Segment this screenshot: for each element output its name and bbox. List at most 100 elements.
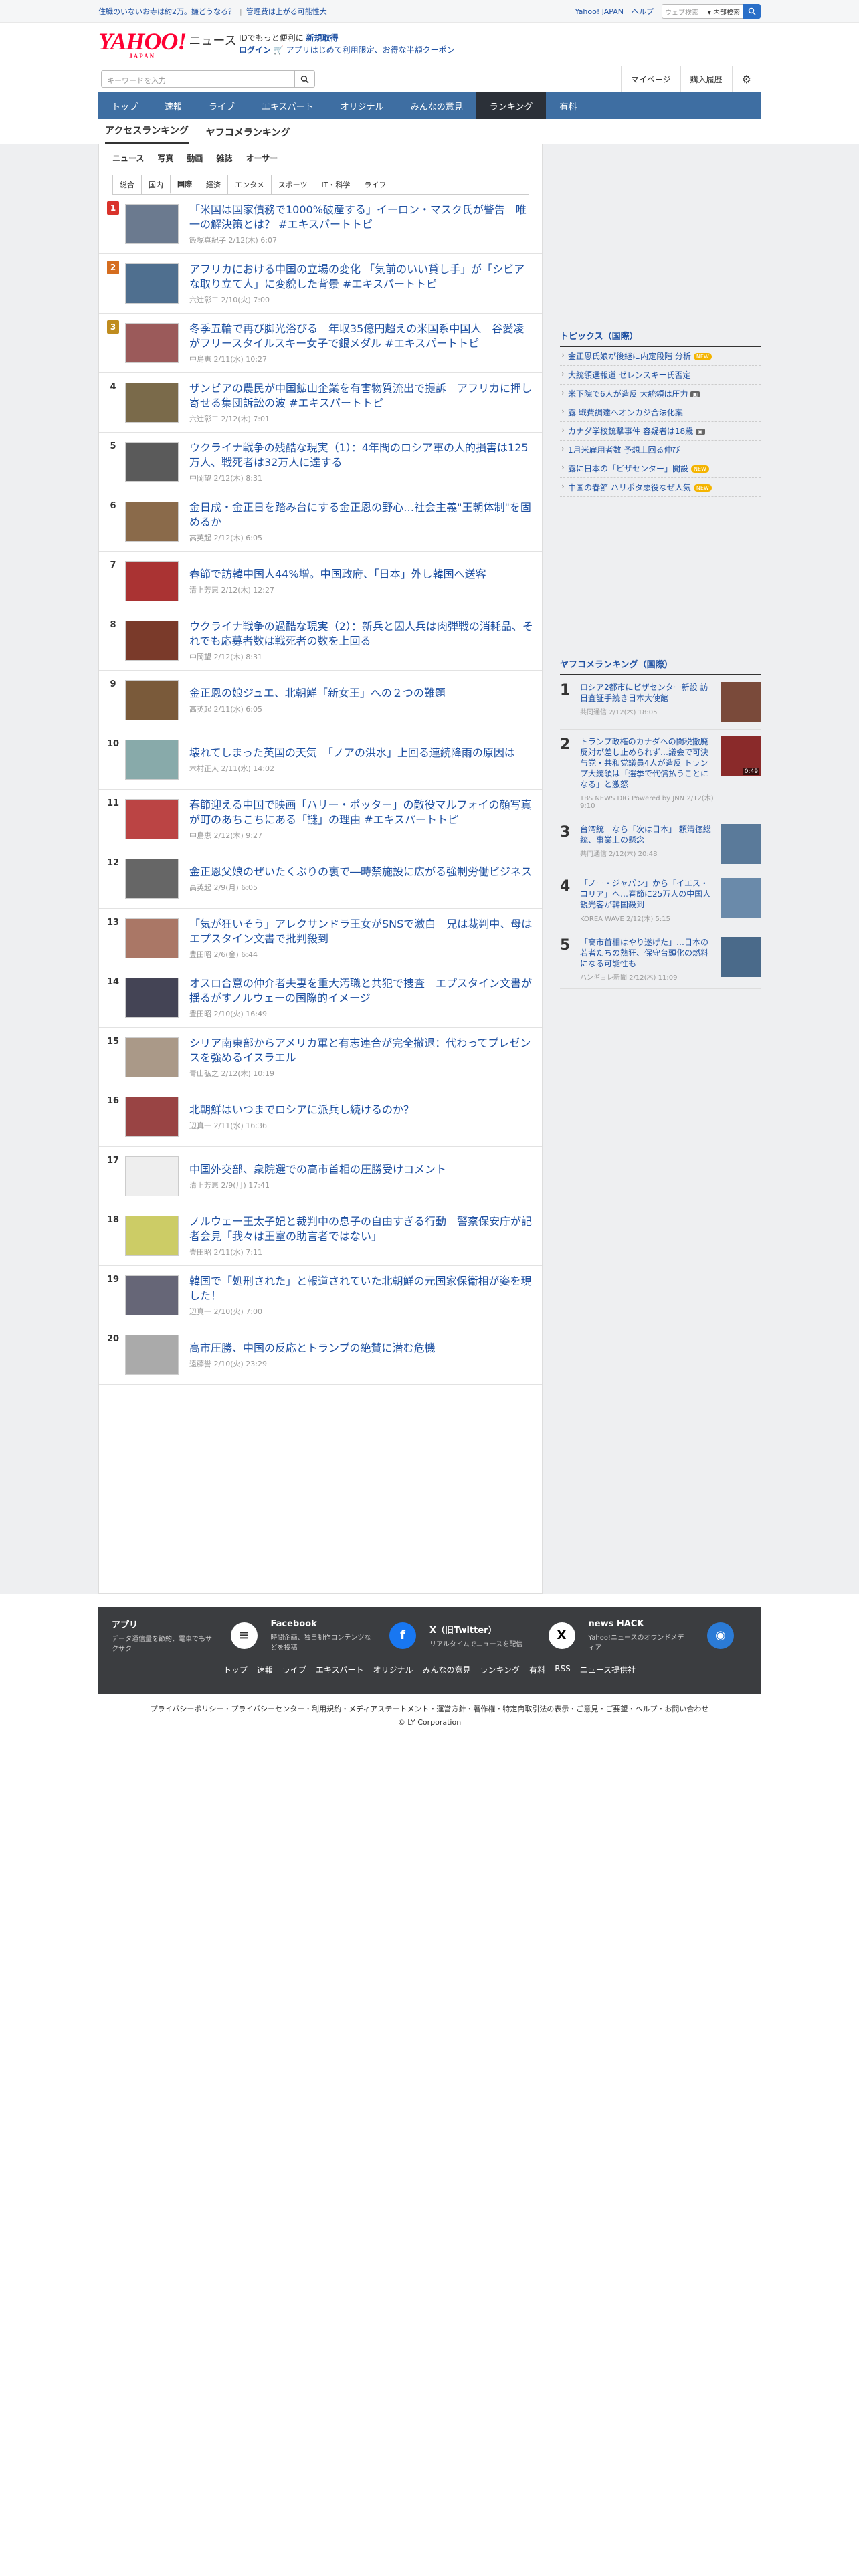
coupon-link[interactable]: アプリはじめて利用限定、お得な半額クーポン: [286, 45, 455, 55]
article-item[interactable]: 6 金日成・金正日を踏み台にする金正恩の野心…社会主義"王朝体制"を固めるか 高英起…: [99, 492, 542, 552]
genre-photo[interactable]: 写真: [157, 152, 173, 164]
article-title[interactable]: シリア南東部からアメリカ軍と有志連合が完全撤退：代わってプレゼンスを強めるイスラ…: [189, 1036, 534, 1065]
article-title[interactable]: 春節迎える中国で映画「ハリー・ポッター」の敵役マルフォイの顔写真が町のあちこちに…: [189, 798, 534, 827]
promo-links[interactable]: 住職のいないお寺は約2万。嫌どうなる？ | 管理費は上がる可能性大: [98, 6, 575, 17]
footer-app-link[interactable]: X（旧Twitter） リアルタイムでニュースを配信 X: [430, 1618, 589, 1653]
signup-link[interactable]: 新規取得: [306, 33, 339, 43]
nav-live[interactable]: ライブ: [195, 92, 248, 119]
topic-item[interactable]: 金正恩氏娘が後継に内定段階 分析NEW: [560, 347, 761, 366]
topic-text[interactable]: 露 戦費調達へオンカジ合法化案: [568, 408, 683, 417]
article-title[interactable]: 金日成・金正日を踏み台にする金正恩の野心…社会主義"王朝体制"を固めるか: [189, 500, 534, 530]
article-thumbnail[interactable]: [125, 263, 179, 304]
nav-top[interactable]: トップ: [98, 92, 151, 119]
article-thumbnail[interactable]: [125, 1275, 179, 1315]
article-thumbnail[interactable]: [125, 442, 179, 482]
article-item[interactable]: 4 ザンビアの農民が中国鉱山企業を有害物質流出で提訴 アフリカに押し寄せる集団訴訟…: [99, 373, 542, 433]
login-link[interactable]: ログイン: [239, 45, 271, 55]
footer-link[interactable]: 有料: [529, 1664, 545, 1675]
footer-link[interactable]: RSS: [555, 1664, 571, 1675]
article-thumbnail[interactable]: [125, 740, 179, 780]
category-tab[interactable]: 国内: [141, 175, 171, 194]
yahoo-news-logo[interactable]: YAHOO! JAPAN ニュース: [98, 29, 239, 60]
article-thumbnail[interactable]: [125, 502, 179, 542]
topic-item[interactable]: カナダ学校銃撃事件 容疑者は18歳▣: [560, 422, 761, 441]
article-title[interactable]: 高市圧勝、中国の反応とトランプの絶賛に潜む危機: [189, 1341, 534, 1356]
comment-ranking-thumbnail[interactable]: [721, 937, 761, 977]
article-title[interactable]: 金正恩の娘ジュエ、北朝鮮「新女王」への２つの難題: [189, 686, 534, 701]
category-tab[interactable]: IT・科学: [314, 175, 358, 194]
genre-news[interactable]: ニュース: [112, 152, 144, 164]
topic-text[interactable]: 米下院で6人が造反 大統領は圧力: [568, 389, 688, 399]
comment-ranking-item[interactable]: 3 台湾統一なら「次は日本」 頼清徳総統、事業上の懸念 共同通信 2/12(木) 2…: [560, 817, 761, 871]
comment-ranking-item[interactable]: 1 ロシア2都市にビザセンター新設 訪日査証手続き日本大使館 共同通信 2/12(木…: [560, 675, 761, 730]
article-title[interactable]: 春節で訪韓中国人44%増。中国政府、「日本」外し韓国へ送客: [189, 567, 534, 582]
article-item[interactable]: 12 金正恩父娘のぜいたくぶりの裏で―時禁施設に広がる強制労働ビジネス 高英起 2/…: [99, 849, 542, 909]
footer-link[interactable]: トップ: [223, 1664, 248, 1675]
nav-flash[interactable]: 速報: [151, 92, 195, 119]
topic-text[interactable]: 露に日本の「ビザセンター」開設: [568, 464, 688, 473]
article-title[interactable]: 壊れてしまった英国の天気 「ノアの洪水」上回る連続降雨の原因は: [189, 746, 534, 760]
comment-ranking-item[interactable]: 4 「ノー・ジャパン」から「イエス・コリア」へ…春節に25万人の中国人観光客が韓国…: [560, 871, 761, 930]
article-title[interactable]: ウクライナ戦争の残酷な現実（1）：4年間のロシア軍の人的損害は125万人、戦死者…: [189, 441, 534, 470]
nav-paid[interactable]: 有料: [546, 92, 590, 119]
topic-text[interactable]: 金正恩氏娘が後継に内定段階 分析: [568, 352, 691, 361]
category-tab[interactable]: ライフ: [357, 175, 394, 194]
article-title[interactable]: ウクライナ戦争の過酷な現実（2）：新兵と囚人兵は肉弾戦の消耗品、それでも応募者数…: [189, 619, 534, 649]
article-thumbnail[interactable]: [125, 323, 179, 363]
comment-ranking-thumbnail[interactable]: [721, 824, 761, 864]
topic-item[interactable]: 1月米雇用者数 予想上回る伸び: [560, 441, 761, 459]
comment-ranking-item[interactable]: 5 「高市首相はやり遂げた」…日本の若者たちの熱狂、保守台頭化の燃料になる可能性も…: [560, 930, 761, 989]
nav-expert[interactable]: エキスパート: [248, 92, 327, 119]
purchase-history-link[interactable]: 購入履歴: [680, 66, 732, 92]
topic-item[interactable]: 米下院で6人が造反 大統領は圧力▣: [560, 385, 761, 403]
article-item[interactable]: 17 中国外交部、衆院選での高市首相の圧勝受けコメント 清上芳恵 2/9(月) 17…: [99, 1147, 542, 1206]
keyword-search-button[interactable]: [295, 70, 315, 88]
tab-comment-ranking[interactable]: ヤフコメランキング: [206, 126, 290, 144]
settings-button[interactable]: ⚙: [731, 66, 761, 92]
footer-app-link[interactable]: Facebook 時間企画、独自制作コンテンツなどを投稿 f: [271, 1618, 430, 1653]
topic-text[interactable]: 中国の春節 ハリポタ悪役なぜ人気: [568, 483, 691, 492]
article-thumbnail[interactable]: [125, 1037, 179, 1077]
article-item[interactable]: 18 ノルウェー王太子妃と裁判中の息子の自由すぎる行動 警察保安庁が記者会見「我々…: [99, 1206, 542, 1266]
article-item[interactable]: 15 シリア南東部からアメリカ軍と有志連合が完全撤退：代わってプレゼンスを強めるイ…: [99, 1028, 542, 1087]
article-item[interactable]: 2 アフリカにおける中国の立場の変化 「気前のいい貸し手」が「シビアな取り立て人」…: [99, 254, 542, 314]
footer-link[interactable]: オリジナル: [373, 1664, 413, 1675]
category-tab[interactable]: 総合: [112, 175, 142, 194]
article-title[interactable]: ノルウェー王太子妃と裁判中の息子の自由すぎる行動 警察保安庁が記者会見「我々は王…: [189, 1214, 534, 1244]
article-item[interactable]: 19 韓国で「処刑された」と報道されていた北朝鮮の元国家保衛相が姿を現した！ 辺真一…: [99, 1266, 542, 1325]
article-thumbnail[interactable]: [125, 1156, 179, 1196]
article-item[interactable]: 13 「気が狂いそう」アレクサンドラ王女がSNSで激白 兄は裁判中、母はエプスタイ…: [99, 909, 542, 968]
article-item[interactable]: 3 冬季五輪で再び脚光浴びる 年収35億円超えの米国系中国人 谷愛凌がフリースタイ…: [99, 314, 542, 373]
category-tab[interactable]: 経済: [199, 175, 228, 194]
article-title[interactable]: 冬季五輪で再び脚光浴びる 年収35億円超えの米国系中国人 谷愛凌がフリースタイル…: [189, 322, 534, 351]
article-item[interactable]: 10 壊れてしまった英国の天気 「ノアの洪水」上回る連続降雨の原因は 木村正人 2/…: [99, 730, 542, 790]
footer-link[interactable]: 速報: [257, 1664, 273, 1675]
comment-ranking-title[interactable]: ロシア2都市にビザセンター新設 訪日査証手続き日本大使館: [580, 682, 715, 704]
article-title[interactable]: 金正恩父娘のぜいたくぶりの裏で―時禁施設に広がる強制労働ビジネス: [189, 865, 534, 879]
article-title[interactable]: アフリカにおける中国の立場の変化 「気前のいい貸し手」が「シビアな取り立て人」に…: [189, 262, 534, 292]
comment-ranking-title[interactable]: 「ノー・ジャパン」から「イエス・コリア」へ…春節に25万人の中国人観光客が韓国殺…: [580, 878, 715, 910]
article-thumbnail[interactable]: [125, 1335, 179, 1375]
article-thumbnail[interactable]: [125, 978, 179, 1018]
genre-author[interactable]: オーサー: [246, 152, 278, 164]
article-item[interactable]: 14 オスロ合意の仲介者夫妻を重大汚職と共犯で捜査 エプスタイン文書が揺るがすノル…: [99, 968, 542, 1028]
yahoo-japan-link[interactable]: Yahoo! JAPAN: [575, 7, 624, 16]
footer-link[interactable]: ライブ: [282, 1664, 306, 1675]
article-title[interactable]: ザンビアの農民が中国鉱山企業を有害物質流出で提訴 アフリカに押し寄せる集団訴訟の…: [189, 381, 534, 411]
nav-ranking[interactable]: ランキング: [476, 92, 547, 119]
article-item[interactable]: 11 春節迎える中国で映画「ハリー・ポッター」の敵役マルフォイの顔写真が町のあちこ…: [99, 790, 542, 849]
topic-item[interactable]: 露 戦費調達へオンカジ合法化案: [560, 403, 761, 422]
keyword-input[interactable]: キーワードを入力: [101, 70, 295, 88]
nav-original[interactable]: オリジナル: [327, 92, 397, 119]
article-title[interactable]: 韓国で「処刑された」と報道されていた北朝鮮の元国家保衛相が姿を現した！: [189, 1274, 534, 1303]
nav-opinion[interactable]: みんなの意見: [397, 92, 476, 119]
article-item[interactable]: 20 高市圧勝、中国の反応とトランプの絶賛に潜む危機 遠藤誉 2/10(火) 23:…: [99, 1325, 542, 1385]
comment-ranking-item[interactable]: 2 トランプ政権のカナダへの関税撤廃 反対が差し止められず…議会で可決 与党・共和…: [560, 730, 761, 817]
article-item[interactable]: 8 ウクライナ戦争の過酷な現実（2）：新兵と囚人兵は肉弾戦の消耗品、それでも応募者…: [99, 611, 542, 671]
article-item[interactable]: 9 金正恩の娘ジュエ、北朝鮮「新女王」への２つの難題 高英起 2/11(水) 6:0…: [99, 671, 542, 730]
comment-ranking-thumbnail[interactable]: [721, 878, 761, 918]
comment-ranking-thumbnail[interactable]: [721, 682, 761, 722]
category-tab-active[interactable]: 国際: [170, 175, 199, 194]
article-thumbnail[interactable]: [125, 680, 179, 720]
article-item[interactable]: 5 ウクライナ戦争の残酷な現実（1）：4年間のロシア軍の人的損害は125万人、戦死…: [99, 433, 542, 492]
